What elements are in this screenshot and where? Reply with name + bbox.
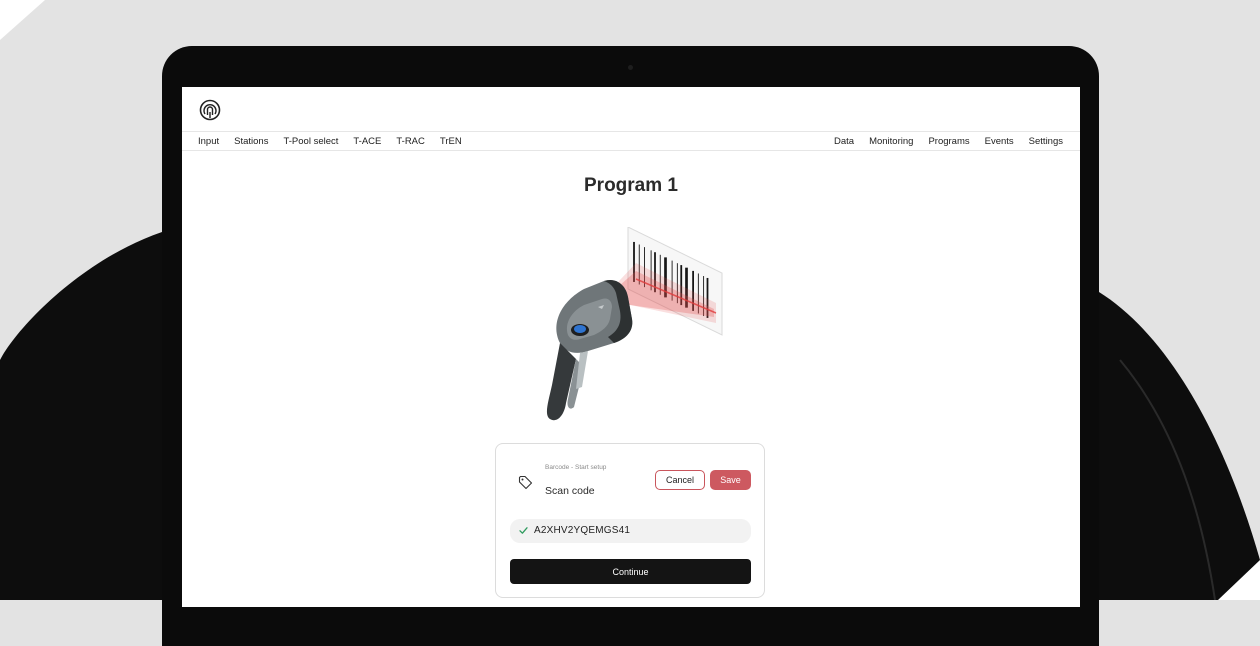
nav-item-stations[interactable]: Stations bbox=[234, 136, 268, 147]
top-navigation: Input Stations T-Pool select T-ACE T-RAC… bbox=[182, 131, 1080, 151]
nav-item-tren[interactable]: TrEN bbox=[440, 136, 462, 147]
nav-item-settings[interactable]: Settings bbox=[1029, 136, 1063, 147]
page-title: Program 1 bbox=[584, 175, 678, 196]
save-button[interactable]: Save bbox=[710, 470, 751, 490]
app-screen: Input Stations T-Pool select T-ACE T-RAC… bbox=[182, 87, 1080, 607]
field-label: Barcode - Start setup bbox=[545, 464, 607, 471]
scanned-code-value: A2XHV2YQEMGS41 bbox=[534, 525, 631, 536]
laptop-frame: Input Stations T-Pool select T-ACE T-RAC… bbox=[162, 46, 1099, 646]
camera-dot bbox=[628, 65, 633, 70]
nav-item-programs[interactable]: Programs bbox=[928, 136, 969, 147]
cancel-button[interactable]: Cancel bbox=[655, 470, 705, 490]
tag-icon bbox=[518, 475, 533, 490]
barcode-scanner-illustration bbox=[546, 227, 723, 421]
nav-right-group: Data Monitoring Programs Events Settings bbox=[834, 136, 1063, 147]
logo-icon[interactable] bbox=[199, 99, 221, 121]
nav-item-data[interactable]: Data bbox=[834, 136, 854, 147]
nav-item-monitoring[interactable]: Monitoring bbox=[869, 136, 913, 147]
scan-card: Barcode - Start setup Scan code Cancel S… bbox=[495, 443, 765, 598]
scanned-code-row: A2XHV2YQEMGS41 bbox=[510, 519, 751, 543]
nav-item-input[interactable]: Input bbox=[198, 136, 219, 147]
check-icon bbox=[519, 527, 528, 534]
nav-left-group: Input Stations T-Pool select T-ACE T-RAC… bbox=[198, 136, 462, 147]
nav-item-events[interactable]: Events bbox=[985, 136, 1014, 147]
nav-item-t-pool-select[interactable]: T-Pool select bbox=[283, 136, 338, 147]
nav-item-t-ace[interactable]: T-ACE bbox=[353, 136, 381, 147]
continue-button[interactable]: Continue bbox=[510, 559, 751, 584]
nav-item-t-rac[interactable]: T-RAC bbox=[396, 136, 425, 147]
field-value: Scan code bbox=[545, 485, 595, 497]
